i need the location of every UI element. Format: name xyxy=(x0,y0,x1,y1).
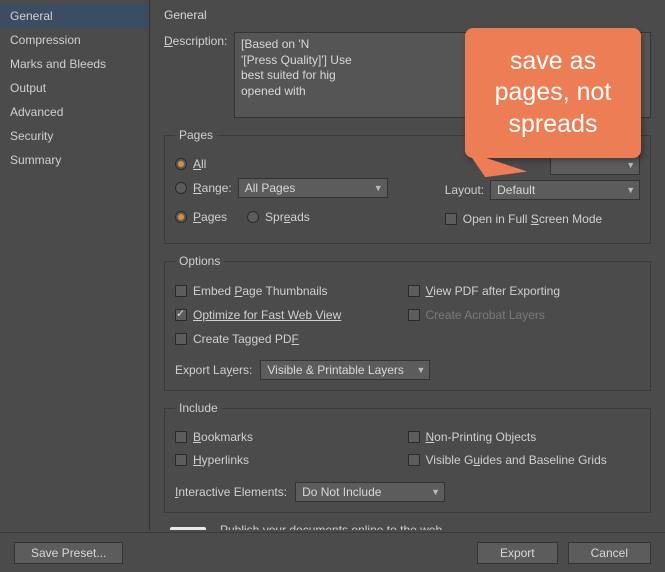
pages-range-radio[interactable] xyxy=(175,182,187,194)
guides-label: Visible Guides and Baseline Grids xyxy=(426,453,607,467)
acrobat-layers-label: Create Acrobat Layers xyxy=(426,308,545,322)
sidebar-item-advanced[interactable]: Advanced xyxy=(0,100,149,124)
include-fieldset: Include Bookmarks Hyperlinks Non-Pri xyxy=(164,401,651,513)
pages-pages-radio[interactable] xyxy=(175,211,187,223)
main-panel: General Description: [Based on 'N f'] [B… xyxy=(150,0,665,530)
publish-online-row: Publish your documents online to the web… xyxy=(164,523,651,530)
layout-label: Layout: xyxy=(445,183,484,197)
button-bar: Save Preset... Export Cancel xyxy=(0,532,665,572)
guides-checkbox[interactable] xyxy=(408,454,420,466)
pages-pages-label: Pages xyxy=(193,210,227,224)
pages-extra-select[interactable]: ▼ xyxy=(550,155,640,175)
pages-range-select[interactable]: All Pages▼ xyxy=(238,178,388,198)
sidebar-item-marks-and-bleeds[interactable]: Marks and Bleeds xyxy=(0,52,149,76)
pages-range-label: Range: xyxy=(193,181,232,195)
open-fullscreen-label: Open in Full Screen Mode xyxy=(463,212,602,226)
pages-all-radio[interactable] xyxy=(175,158,187,170)
export-button[interactable]: Export xyxy=(477,542,558,564)
cancel-button[interactable]: Cancel xyxy=(568,542,651,564)
interactive-select[interactable]: Do Not Include▼ xyxy=(295,482,445,502)
sidebar: General Compression Marks and Bleeds Out… xyxy=(0,0,150,530)
nonprinting-label: Non-Printing Objects xyxy=(426,430,537,444)
panel-title: General xyxy=(164,8,651,22)
save-preset-button[interactable]: Save Preset... xyxy=(14,542,123,564)
sidebar-item-output[interactable]: Output xyxy=(0,76,149,100)
optimize-web-label: Optimize for Fast Web View xyxy=(193,308,341,322)
export-layers-label: Export Layers: xyxy=(175,363,252,377)
description-label: Description: xyxy=(164,32,234,48)
embed-thumbnails-label: Embed Page Thumbnails xyxy=(193,284,328,298)
publish-online-icon xyxy=(170,527,206,530)
pages-spreads-radio[interactable] xyxy=(247,211,259,223)
pages-all-label: All xyxy=(193,157,206,171)
include-legend: Include xyxy=(175,401,222,415)
optimize-web-checkbox[interactable] xyxy=(175,309,187,321)
hyperlinks-label: Hyperlinks xyxy=(193,453,249,467)
bookmarks-checkbox[interactable] xyxy=(175,431,187,443)
bookmarks-label: Bookmarks xyxy=(193,430,253,444)
chevron-down-icon: ▼ xyxy=(431,487,440,497)
interactive-label: Interactive Elements: xyxy=(175,485,287,499)
chevron-down-icon: ▼ xyxy=(626,185,635,195)
sidebar-item-security[interactable]: Security xyxy=(0,124,149,148)
pages-spreads-label: Spreads xyxy=(265,210,310,224)
acrobat-layers-checkbox xyxy=(408,309,420,321)
hyperlinks-checkbox[interactable] xyxy=(175,454,187,466)
pages-legend: Pages xyxy=(175,128,217,142)
sidebar-item-compression[interactable]: Compression xyxy=(0,28,149,52)
annotation-callout: save as pages, not spreads xyxy=(465,28,641,158)
view-after-export-checkbox[interactable] xyxy=(408,285,420,297)
publish-online-caption: Publish your documents online to the web xyxy=(220,523,460,530)
options-legend: Options xyxy=(175,254,224,268)
chevron-down-icon: ▼ xyxy=(374,183,383,193)
embed-thumbnails-checkbox[interactable] xyxy=(175,285,187,297)
sidebar-item-general[interactable]: General xyxy=(0,4,149,28)
tagged-pdf-checkbox[interactable] xyxy=(175,333,187,345)
tagged-pdf-label: Create Tagged PDF xyxy=(193,332,299,346)
chevron-down-icon: ▼ xyxy=(626,160,635,170)
chevron-down-icon: ▼ xyxy=(416,365,425,375)
export-layers-select[interactable]: Visible & Printable Layers▼ xyxy=(260,360,430,380)
nonprinting-checkbox[interactable] xyxy=(408,431,420,443)
sidebar-item-summary[interactable]: Summary xyxy=(0,148,149,172)
view-after-export-label: View PDF after Exporting xyxy=(426,284,561,298)
open-fullscreen-checkbox[interactable] xyxy=(445,213,457,225)
options-fieldset: Options Embed Page Thumbnails Optimize f… xyxy=(164,254,651,391)
